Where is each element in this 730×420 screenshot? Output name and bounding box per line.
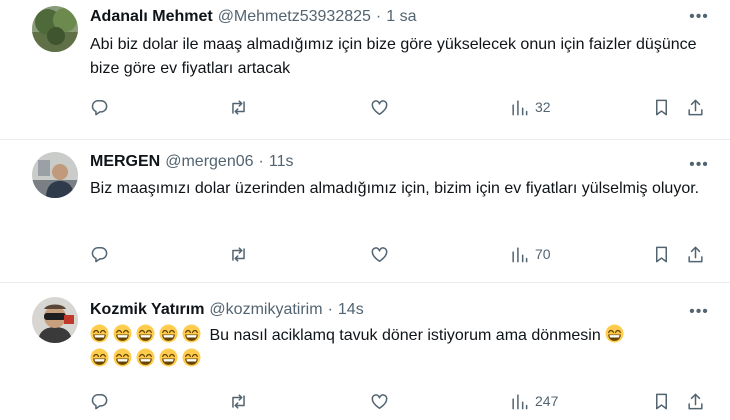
user-handle[interactable]: @kozmikyatirim	[209, 301, 322, 319]
bookmark-button[interactable]	[652, 389, 671, 413]
like-button[interactable]	[370, 389, 389, 413]
reply-button[interactable]	[90, 389, 109, 413]
heart-icon	[371, 99, 388, 115]
grinning-face-emoji	[90, 324, 109, 343]
like-button[interactable]	[370, 95, 389, 119]
views-button[interactable]: 32	[510, 95, 551, 119]
reply-button[interactable]	[90, 242, 109, 266]
grinning-face-emoji	[136, 348, 155, 367]
bookmark-button[interactable]	[652, 95, 671, 119]
tweet-text-body: Bu nasıl aciklamq tavuk döner istiyorum …	[209, 327, 601, 344]
share-button[interactable]	[686, 242, 705, 266]
reply-icon	[91, 393, 108, 409]
action-bar: 32	[90, 95, 715, 119]
tweet[interactable]: Adanalı Mehmet @Mehmetz53932825 · 1 sa •…	[0, 0, 730, 140]
separator: ·	[258, 153, 264, 170]
action-bar: 70	[90, 242, 715, 266]
views-button[interactable]: 70	[510, 242, 551, 266]
timestamp[interactable]: 1 sa	[386, 8, 416, 26]
heart-icon	[371, 246, 388, 262]
bookmark-button[interactable]	[652, 242, 671, 266]
grinning-face-emoji	[113, 324, 132, 343]
views-count: 70	[535, 246, 551, 262]
share-icon	[688, 99, 703, 115]
display-name[interactable]: Adanalı Mehmet	[90, 8, 213, 26]
action-bar: 247	[90, 389, 715, 413]
grinning-face-emoji	[182, 348, 201, 367]
grinning-face-emoji	[159, 324, 178, 343]
share-icon	[688, 393, 703, 409]
bookmark-icon	[655, 246, 668, 262]
tweet-header: Kozmik Yatırım @kozmikyatirim · 14s	[90, 299, 364, 321]
views-count: 32	[535, 99, 551, 115]
tweet[interactable]: Kozmik Yatırım @kozmikyatirim · 14s ••• …	[0, 283, 730, 420]
display-name[interactable]: MERGEN	[90, 153, 160, 171]
views-icon	[512, 246, 528, 262]
bookmark-icon	[655, 393, 668, 409]
views-count: 247	[535, 393, 559, 409]
grinning-face-emoji	[113, 348, 132, 367]
user-handle[interactable]: @Mehmetz53932825	[218, 8, 371, 26]
heart-icon	[371, 393, 388, 409]
retweet-button[interactable]	[229, 389, 248, 413]
grinning-face-emoji	[182, 324, 201, 343]
grinning-face-emoji	[136, 324, 155, 343]
grinning-face-emoji	[90, 348, 109, 367]
tweet-header: MERGEN @mergen06 · 11s	[90, 151, 293, 173]
retweet-button[interactable]	[229, 95, 248, 119]
reply-icon	[91, 99, 108, 115]
reply-icon	[91, 246, 108, 262]
timestamp[interactable]: 14s	[338, 301, 364, 319]
retweet-icon	[232, 99, 245, 115]
share-icon	[688, 246, 703, 262]
tweet-text: Abi biz dolar ile maaş almadığımız için …	[90, 36, 697, 77]
avatar[interactable]	[32, 297, 78, 343]
like-button[interactable]	[370, 242, 389, 266]
share-button[interactable]	[686, 95, 705, 119]
separator: ·	[375, 8, 382, 25]
more-icon[interactable]: •••	[688, 301, 710, 323]
more-icon[interactable]: •••	[688, 6, 710, 28]
separator: ·	[327, 301, 333, 318]
grinning-face-emoji	[605, 324, 624, 343]
views-icon	[512, 99, 528, 115]
tweet[interactable]: MERGEN @mergen06 · 11s ••• Biz maaşımızı…	[0, 140, 730, 283]
tweet-text: Biz maaşımızı dolar üzerinden almadığımı…	[90, 180, 700, 197]
user-handle[interactable]: @mergen06	[165, 153, 253, 171]
tweet-header: Adanalı Mehmet @Mehmetz53932825 · 1 sa	[90, 6, 417, 28]
grinning-face-emoji	[159, 348, 178, 367]
share-button[interactable]	[686, 389, 705, 413]
timestamp[interactable]: 11s	[269, 153, 294, 171]
avatar[interactable]	[32, 6, 78, 52]
tweet-text: Bu nasıl aciklamq tavuk döner istiyorum …	[90, 324, 715, 372]
retweet-icon	[232, 393, 245, 409]
views-button[interactable]: 247	[510, 389, 558, 413]
views-icon	[512, 393, 528, 409]
more-icon[interactable]: •••	[688, 154, 710, 176]
display-name[interactable]: Kozmik Yatırım	[90, 301, 204, 319]
retweet-button[interactable]	[229, 242, 248, 266]
tweet-feed: Adanalı Mehmet @Mehmetz53932825 · 1 sa •…	[0, 0, 730, 420]
avatar[interactable]	[32, 152, 78, 198]
reply-button[interactable]	[90, 95, 109, 119]
bookmark-icon	[655, 99, 668, 115]
retweet-icon	[232, 246, 245, 262]
